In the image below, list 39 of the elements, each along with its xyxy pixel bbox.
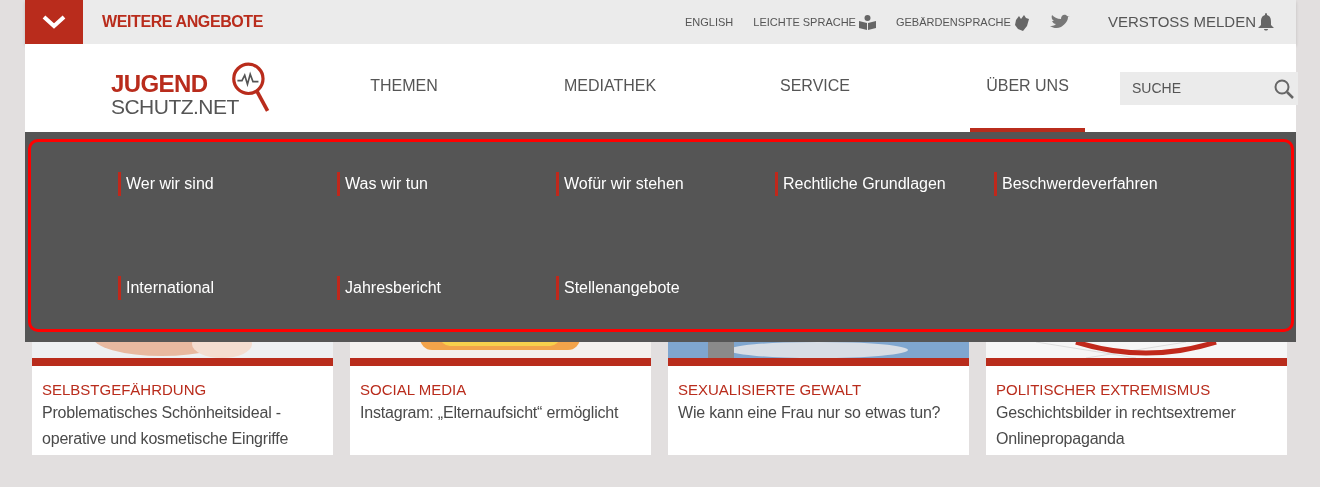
book-icon: [858, 14, 876, 30]
dropdown-link[interactable]: Was wir tun: [337, 172, 428, 196]
top-bar-link[interactable]: GEBÄRDENSPRACHE: [895, 13, 1030, 31]
article-card[interactable]: SELBSTGEFÄHRDUNG Problematisches Schönheitsideal - operative und kosmetische Eingriffe: [32, 342, 333, 455]
article-title[interactable]: Wie kann eine Frau nur so etwas tun?: [678, 400, 959, 426]
category-label: SOCIAL MEDIA: [360, 380, 468, 400]
top-bar-link[interactable]: LEICHTE SPRACHE: [753, 13, 876, 31]
hands-icon: [1013, 13, 1030, 31]
report-link[interactable]: VERSTOSS MELDEN: [1107, 10, 1274, 34]
category-label: POLITISCHER EXTREMISMUS: [996, 380, 1212, 400]
dropdown-link[interactable]: Wofür wir stehen: [556, 172, 684, 196]
top-bar-link[interactable]: ENGLISH: [684, 13, 734, 31]
dropdown-link[interactable]: Beschwerdeverfahren: [994, 172, 1158, 196]
search-field[interactable]: SUCHE: [1120, 71, 1298, 105]
nav-tab[interactable]: THEMEN: [308, 44, 500, 132]
article-title[interactable]: Problematisches Schönheitsideal - operative und kosmetische Eingriffe: [42, 400, 323, 452]
logo-text: JUGEND: [111, 72, 209, 96]
dropdown-link[interactable]: Jahresbericht: [337, 276, 442, 300]
nav-tab[interactable]: MEDIATHEK: [500, 44, 720, 132]
dropdown-link[interactable]: International: [118, 276, 215, 300]
search-icon[interactable]: [1274, 78, 1294, 99]
article-card[interactable]: SOCIAL MEDIA Instagram: „Elternaufsicht“ ermöglicht: [350, 342, 651, 455]
category-label: SELBSTGEFÄHRDUNG: [42, 380, 208, 400]
article-card[interactable]: POLITISCHER EXTREMISMUS Geschichtsbilder in rechtsextremer Onlinepropaganda: [986, 342, 1287, 455]
dropdown-link[interactable]: Stellenangebote: [556, 276, 680, 300]
bird-icon[interactable]: [1049, 14, 1070, 30]
article-title[interactable]: Geschichtsbilder in rechtsextremer Onlinepropaganda: [996, 400, 1277, 452]
top-bar-title[interactable]: WEITERE ANGEBOTE: [102, 10, 263, 34]
article-title[interactable]: Instagram: „Elternaufsicht“ ermöglicht: [360, 400, 641, 426]
logo-text: SCHUTZ.NET: [111, 96, 239, 117]
menu-toggle-button[interactable]: [25, 0, 83, 44]
article-card[interactable]: SEXUALISIERTE GEWALT Wie kann eine Frau nur so etwas tun?: [668, 342, 969, 455]
nav-tab[interactable]: SERVICE: [720, 44, 910, 132]
bell-icon: [1258, 13, 1274, 31]
dropdown-link[interactable]: Rechtliche Grundlagen: [775, 172, 946, 196]
dropdown-link[interactable]: Wer wir sind: [118, 172, 214, 196]
logo[interactable]: JUGEND SCHUTZ.NET: [111, 59, 271, 117]
chevron-down-icon: [41, 14, 67, 30]
category-label: SEXUALISIERTE GEWALT: [678, 380, 863, 400]
